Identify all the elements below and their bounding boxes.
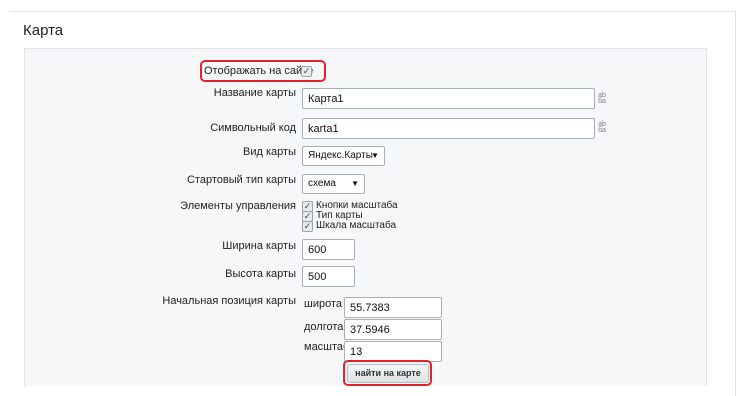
longitude-label: долгота bbox=[304, 321, 344, 333]
scale-bar-label: Шкала масштаба bbox=[316, 220, 397, 231]
scale-input[interactable] bbox=[344, 341, 442, 362]
chevron-down-icon: ▼ bbox=[371, 151, 379, 160]
find-on-map-button[interactable]: найти на карте bbox=[347, 364, 429, 383]
transliterate-icon[interactable]: ab ба bbox=[598, 92, 606, 105]
show-on-site-label: Отображать на сайте bbox=[204, 65, 314, 77]
width-input[interactable] bbox=[302, 239, 355, 260]
chevron-down-icon: ▼ bbox=[351, 179, 359, 188]
map-name-input[interactable] bbox=[302, 88, 595, 109]
scale-bar-checkbox[interactable]: ✓ bbox=[302, 221, 313, 232]
map-name-label: Название карты bbox=[213, 87, 296, 99]
top-border-line bbox=[10, 11, 736, 12]
scale-label: масштаб bbox=[304, 341, 350, 353]
longitude-input[interactable] bbox=[344, 319, 442, 340]
transliterate-icon[interactable]: ab ба bbox=[598, 121, 606, 134]
height-input[interactable] bbox=[302, 266, 355, 287]
right-border-line bbox=[735, 11, 736, 396]
height-label: Высота карты bbox=[225, 268, 296, 280]
start-position-label: Начальная позиция карты bbox=[162, 295, 296, 307]
start-type-select[interactable]: схема ▼ bbox=[302, 174, 365, 194]
width-label: Ширина карты bbox=[222, 240, 296, 252]
map-type-label: Вид карты bbox=[243, 146, 296, 158]
start-type-label: Стартовый тип карты bbox=[186, 174, 296, 186]
map-type-value: Яндекс.Карты bbox=[308, 150, 373, 161]
symbolic-code-input[interactable] bbox=[302, 118, 595, 139]
start-type-value: схема bbox=[308, 178, 336, 189]
latitude-input[interactable] bbox=[344, 297, 442, 318]
page-title: Карта bbox=[23, 22, 64, 39]
controls-label: Элементы управления bbox=[180, 200, 296, 212]
map-type-select[interactable]: Яндекс.Карты ▼ bbox=[302, 146, 385, 166]
show-on-site-checkbox[interactable]: ✓ bbox=[301, 66, 312, 77]
symbolic-code-label: Символьный код bbox=[210, 122, 296, 134]
latitude-label: широта bbox=[304, 298, 342, 310]
